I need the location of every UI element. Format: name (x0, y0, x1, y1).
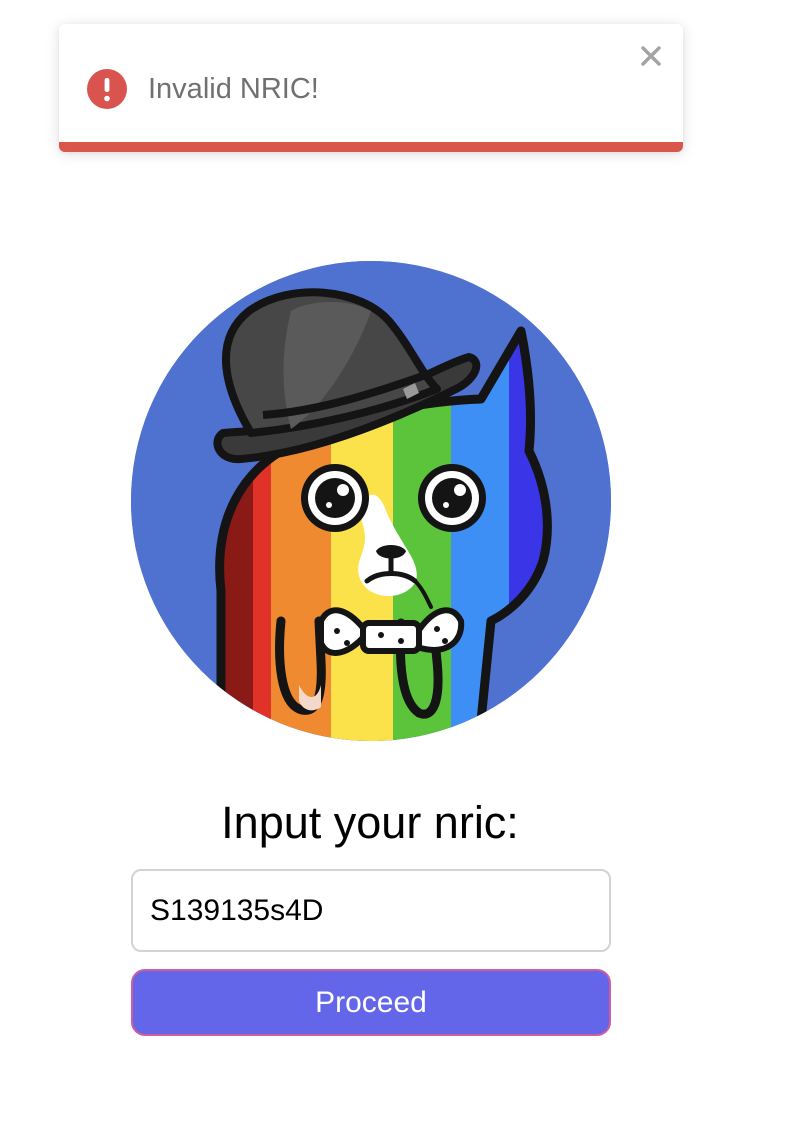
error-exclamation-icon (87, 69, 127, 109)
nric-input[interactable] (131, 869, 611, 952)
close-icon[interactable] (635, 40, 667, 72)
toast-progress-bar (59, 142, 683, 152)
nric-prompt-label: Input your nric: (221, 797, 519, 848)
rainbow-cat-bowler-hat-avatar (131, 261, 611, 741)
proceed-button[interactable]: Proceed (131, 969, 611, 1036)
toast-message: Invalid NRIC! (148, 73, 319, 105)
page: Invalid NRIC! Input your nric: S139135s4… (0, 0, 790, 1126)
error-toast: Invalid NRIC! (59, 24, 683, 152)
